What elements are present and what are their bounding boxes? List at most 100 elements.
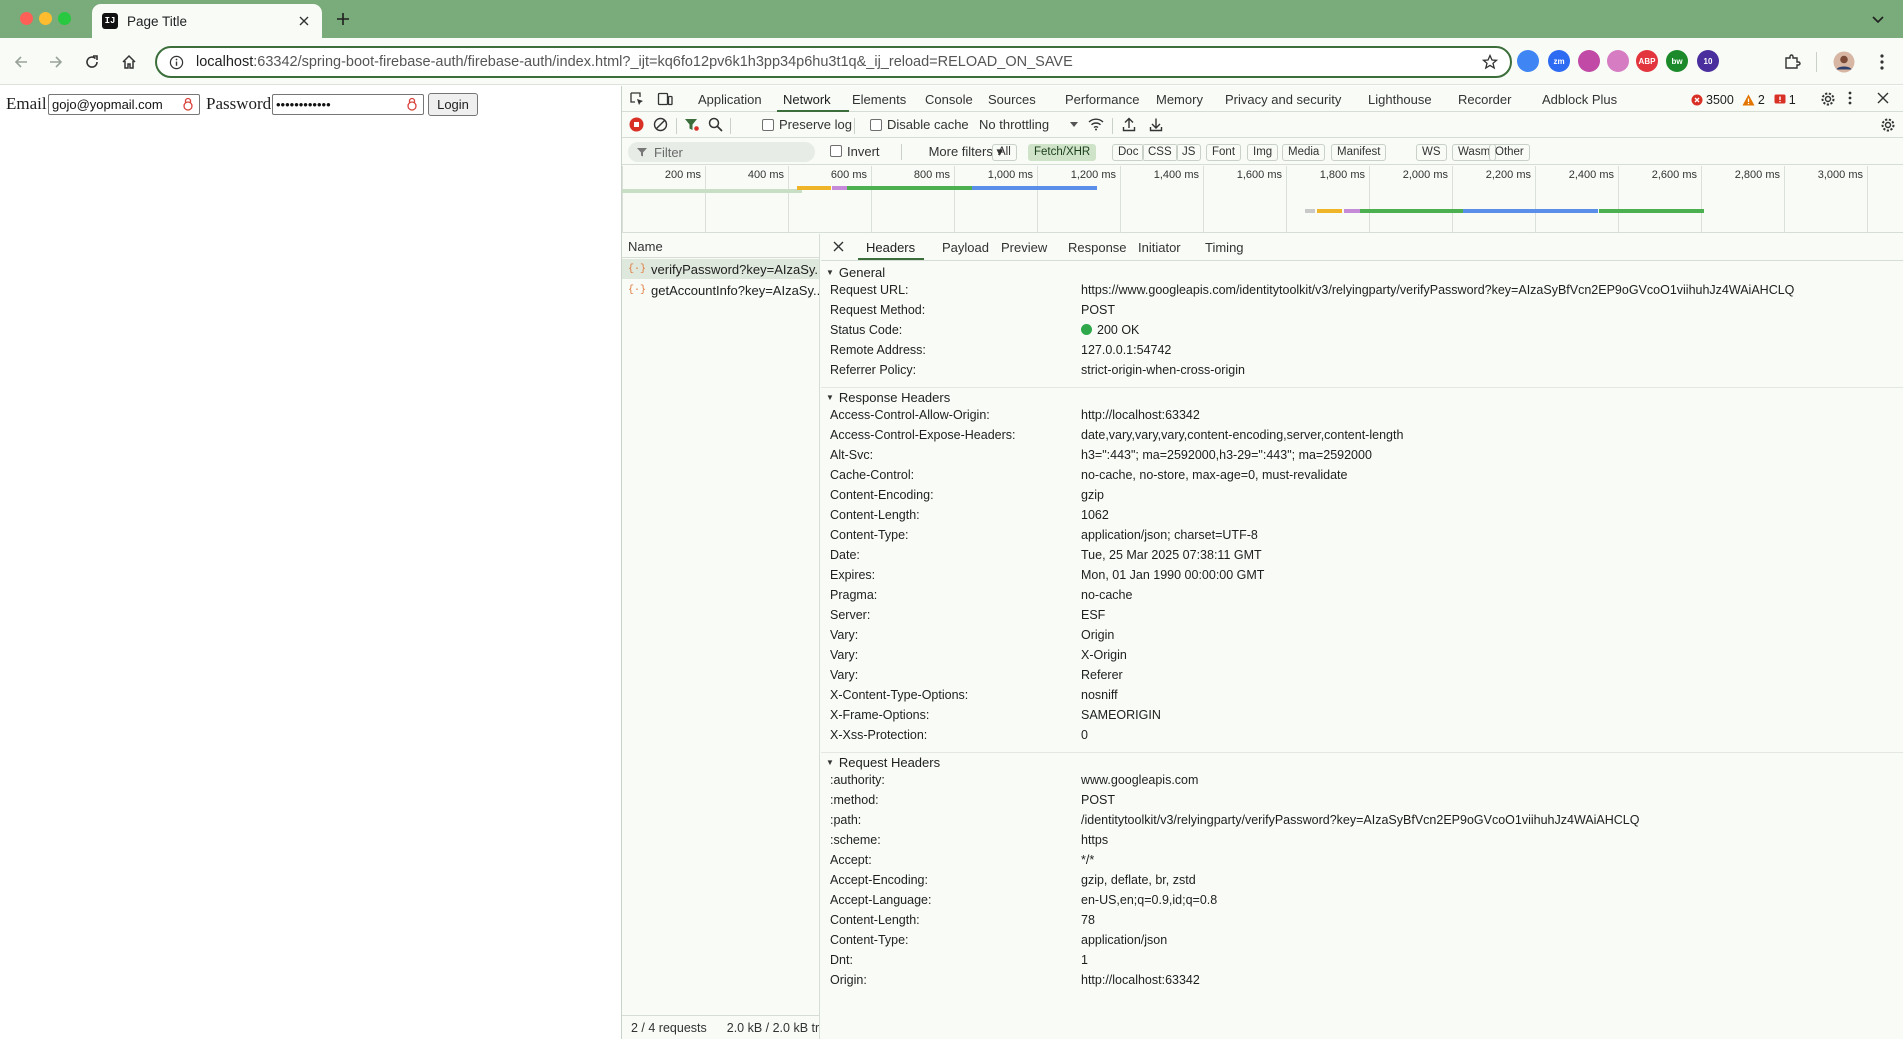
section-response[interactable]: ▼ Response Headers xyxy=(821,387,1903,407)
header-value: /identitytoolkit/v3/relyingparty/verifyP… xyxy=(1081,813,1639,827)
disable-cache-checkbox[interactable] xyxy=(870,119,882,131)
search-icon[interactable] xyxy=(708,117,723,132)
email-input[interactable]: gojo@yopmail.com xyxy=(48,94,200,115)
back-icon[interactable] xyxy=(8,49,34,75)
devtools-tab-adblock-plus[interactable]: Adblock Plus xyxy=(1542,92,1617,107)
devtools-tab-elements[interactable]: Elements xyxy=(852,92,906,107)
collapse-triangle-icon[interactable]: ▼ xyxy=(826,393,834,402)
timeline-tick-label: 600 ms xyxy=(830,169,867,181)
filter-chip-other[interactable]: Other xyxy=(1489,144,1530,161)
devtools-tab-performance[interactable]: Performance xyxy=(1065,92,1139,107)
name-column-header[interactable]: Name xyxy=(622,234,819,258)
devtools-tab-lighthouse[interactable]: Lighthouse xyxy=(1368,92,1432,107)
network-overview-timeline[interactable]: 200 ms 400 ms 600 ms 800 ms 1,000 ms 1,200 ms… xyxy=(622,166,1903,233)
edge-icon[interactable] xyxy=(1517,50,1539,72)
minimize-window-button[interactable] xyxy=(39,12,52,25)
devtools-more-icon[interactable] xyxy=(1848,91,1852,105)
request-row[interactable]: {·} verifyPassword?key=AIzaSy... xyxy=(622,259,819,279)
collapse-triangle-icon[interactable]: ▼ xyxy=(826,268,834,277)
section-request[interactable]: ▼ Request Headers xyxy=(821,752,1903,772)
console-counters[interactable]: 3500 2 1 xyxy=(1691,93,1796,107)
devtools-tab-sources[interactable]: Sources xyxy=(988,92,1036,107)
detail-tab-initiator[interactable]: Initiator xyxy=(1138,240,1181,255)
zoom-icon[interactable]: zm xyxy=(1548,50,1570,72)
profile-avatar[interactable] xyxy=(1831,49,1857,75)
filter-input[interactable]: Filter xyxy=(628,142,815,162)
detail-tab-response[interactable]: Response xyxy=(1068,240,1127,255)
tab-search-chevron-icon[interactable] xyxy=(1868,10,1888,30)
browser-toolbar: localhost:63342/spring-boot-firebase-aut… xyxy=(0,38,1903,85)
close-window-button[interactable] xyxy=(20,12,33,25)
zoom-window-button[interactable] xyxy=(58,12,71,25)
adblock-plus-icon[interactable]: ABP xyxy=(1636,50,1658,72)
request-row[interactable]: {·} getAccountInfo?key=AIzaSy... xyxy=(622,280,819,300)
header-name: :authority: xyxy=(830,773,885,787)
password-manager-lock-icon[interactable] xyxy=(406,97,418,111)
detail-tab-preview[interactable]: Preview xyxy=(1001,240,1047,255)
header-value: 200 OK xyxy=(1081,323,1139,337)
devtools-tab-privacy-and-security[interactable]: Privacy and security xyxy=(1225,92,1341,107)
clear-icon[interactable] xyxy=(653,117,668,132)
bookmark-star-icon[interactable] xyxy=(1482,54,1498,70)
detail-tab-timing[interactable]: Timing xyxy=(1205,240,1244,255)
home-icon[interactable] xyxy=(116,49,142,75)
devtools-tab-network[interactable]: Network xyxy=(783,92,831,107)
import-har-icon[interactable] xyxy=(1122,117,1136,132)
extensions-puzzle-icon[interactable] xyxy=(1779,49,1805,75)
filter-funnel-icon[interactable] xyxy=(684,117,699,132)
timeline-tick-label: 1,000 ms xyxy=(987,169,1033,181)
login-button[interactable]: Login xyxy=(428,93,478,116)
invert-checkbox[interactable] xyxy=(830,145,842,157)
reload-icon[interactable] xyxy=(79,49,105,75)
forward-icon[interactable] xyxy=(43,49,69,75)
filter-chip-doc[interactable]: Doc xyxy=(1112,144,1145,161)
close-devtools-icon[interactable] xyxy=(1877,92,1889,104)
divider xyxy=(854,118,855,134)
devtools-tab-console[interactable]: Console xyxy=(925,92,973,107)
header-value: 127.0.0.1:54742 xyxy=(1081,343,1171,357)
inspect-element-icon[interactable] xyxy=(629,91,645,107)
filter-chip-manifest[interactable]: Manifest xyxy=(1331,144,1387,161)
network-conditions-wifi-icon[interactable] xyxy=(1088,117,1104,131)
devtools-settings-gear-icon[interactable] xyxy=(1820,91,1836,107)
more-filters-button[interactable]: More filters ▾ xyxy=(903,144,1003,160)
url-text[interactable]: localhost:63342/spring-boot-firebase-aut… xyxy=(196,54,1073,70)
new-tab-icon[interactable] xyxy=(333,9,353,29)
record-stop-icon[interactable] xyxy=(629,117,644,132)
password-manager-lock-icon[interactable] xyxy=(182,97,194,111)
detail-tab-headers[interactable]: Headers xyxy=(866,240,915,255)
dropdown-caret-icon[interactable] xyxy=(1070,122,1078,127)
password-input[interactable]: •••••••••••• xyxy=(272,94,424,115)
filter-chip-font[interactable]: Font xyxy=(1206,144,1242,161)
colorzilla-icon[interactable] xyxy=(1578,50,1600,72)
detail-tab-payload[interactable]: Payload xyxy=(942,240,989,255)
export-har-icon[interactable] xyxy=(1149,117,1163,132)
filter-chip-fetchxhr[interactable]: Fetch/XHR xyxy=(1028,144,1097,161)
device-toolbar-icon[interactable] xyxy=(657,91,673,107)
browser-tab[interactable]: IJ Page Title xyxy=(92,4,322,38)
throttling-select[interactable]: No throttling xyxy=(979,117,1049,132)
collapse-triangle-icon[interactable]: ▼ xyxy=(826,758,834,767)
close-details-icon[interactable] xyxy=(833,241,844,252)
filter-chip-media[interactable]: Media xyxy=(1282,144,1326,161)
address-bar[interactable]: localhost:63342/spring-boot-firebase-aut… xyxy=(155,46,1512,78)
close-tab-icon[interactable] xyxy=(296,13,312,29)
devtools-tab-recorder[interactable]: Recorder xyxy=(1458,92,1511,107)
browser-menu-icon[interactable] xyxy=(1869,49,1895,75)
ext-badge-icon[interactable]: 10 xyxy=(1697,50,1719,72)
ext-icon[interactable] xyxy=(1607,50,1629,72)
filter-chip-all[interactable]: All xyxy=(992,144,1017,161)
site-info-icon[interactable] xyxy=(169,55,184,70)
bw-icon[interactable]: bw xyxy=(1666,50,1688,72)
filter-chip-css[interactable]: CSS xyxy=(1142,144,1178,161)
section-title: Request Headers xyxy=(838,755,941,770)
filter-chip-js[interactable]: JS xyxy=(1176,144,1202,161)
devtools-tab-application[interactable]: Application xyxy=(698,92,762,107)
filter-chip-img[interactable]: Img xyxy=(1247,144,1279,161)
devtools-tab-memory[interactable]: Memory xyxy=(1156,92,1203,107)
network-settings-gear-icon[interactable] xyxy=(1880,117,1896,133)
preserve-log-checkbox[interactable] xyxy=(762,119,774,131)
section-general[interactable]: ▼ General xyxy=(821,262,1903,282)
filter-chip-ws[interactable]: WS xyxy=(1416,144,1447,161)
header-value: POST xyxy=(1081,793,1115,807)
